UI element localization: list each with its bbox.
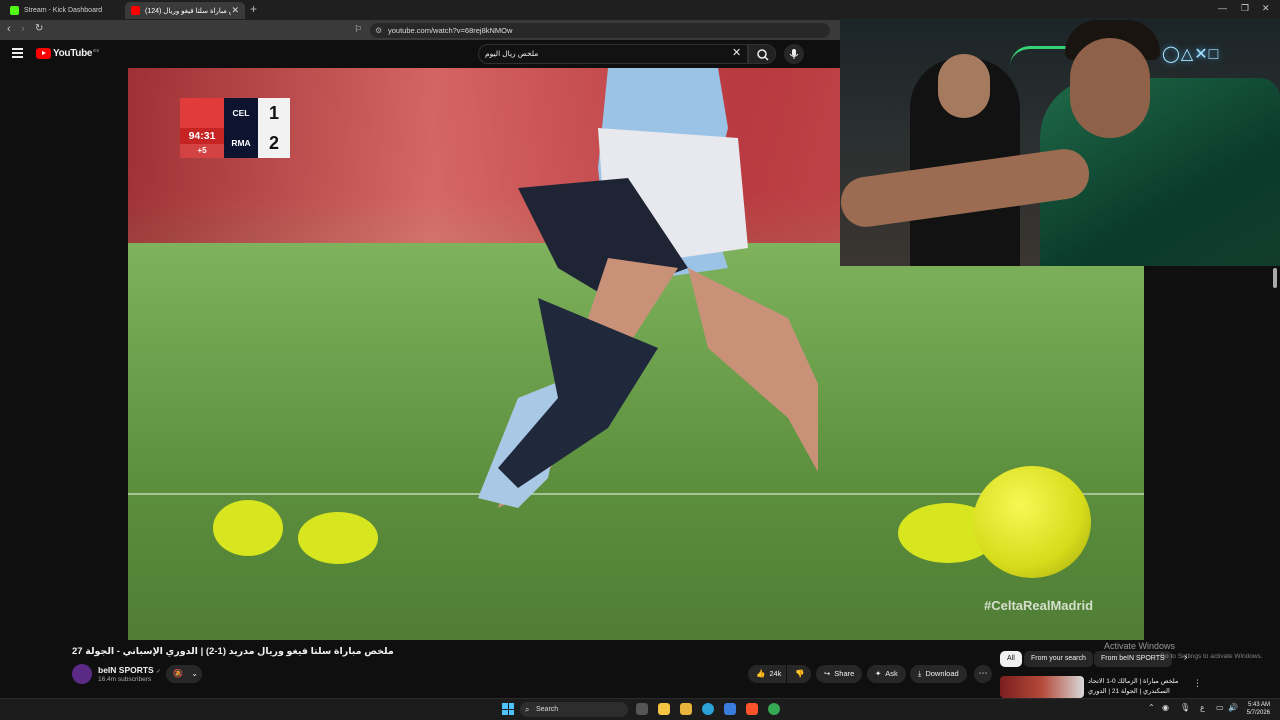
tab-youtube-video[interactable]: (124) ملخص مباراة سلتا فيغو وريال ✕: [125, 2, 245, 19]
chrome-icon[interactable]: [768, 703, 780, 715]
webcam-overlay: ◯△✕□: [840, 18, 1280, 266]
voice-search-button[interactable]: [784, 44, 804, 64]
chip-all[interactable]: All: [1000, 651, 1022, 667]
activate-windows-subtitle: Go to Settings to activate Windows.: [1160, 653, 1263, 660]
tab-title: (124) ملخص مباراة سلتا فيغو وريال: [145, 7, 231, 15]
youtube-favicon-icon: [131, 6, 140, 15]
taskbar-search-label: Search: [536, 706, 559, 713]
close-window-button[interactable]: ✕: [1262, 3, 1270, 14]
channel-name[interactable]: beIN SPORTS ✓: [98, 665, 161, 675]
clear-search-icon[interactable]: ✕: [732, 46, 741, 59]
taskbar-clock[interactable]: 5:43 AM 5/7/2026: [1238, 701, 1270, 717]
url-text: youtube.com/watch?v=68rej8kNMOw: [388, 26, 513, 35]
new-tab-button[interactable]: +: [250, 2, 257, 16]
more-actions-button[interactable]: ⋯: [974, 665, 992, 683]
team-away-abbr: RMA: [224, 128, 258, 158]
channel-name-text: beIN SPORTS: [98, 665, 154, 675]
task-view-icon[interactable]: [636, 703, 648, 715]
chevron-down-icon: ⌄: [191, 669, 198, 678]
channel-avatar[interactable]: [72, 664, 92, 684]
bookmark-icon[interactable]: ⚐: [354, 24, 362, 35]
recommendation-menu-icon[interactable]: ⋮: [1193, 678, 1202, 689]
tab-kick-dashboard[interactable]: Stream - Kick Dashboard: [4, 2, 122, 19]
playstation-sign-icon: ◯△✕□: [1162, 46, 1220, 63]
taskbar-search-box[interactable]: ⌕ Search: [520, 702, 628, 717]
back-arrow-icon[interactable]: ‹: [7, 23, 11, 35]
store-icon[interactable]: [724, 703, 736, 715]
tray-mic-icon[interactable]: 🎙: [1180, 703, 1190, 712]
volume-icon[interactable]: 🔊: [1228, 703, 1238, 712]
search-icon: ⌕: [525, 705, 530, 714]
youtube-logo[interactable]: YouTube ES: [36, 48, 99, 59]
tray-app-icon[interactable]: ◉: [1162, 703, 1169, 712]
clock-date: 5/7/2026: [1246, 710, 1270, 716]
youtube-header: YouTube ES ملخص ريال اليوم: [0, 40, 840, 68]
browser-tab-bar: Stream - Kick Dashboard (124) ملخص مبارا…: [0, 0, 1280, 20]
team-home-abbr: CEL: [224, 98, 258, 128]
address-bar-row: ‹ › ↻ ⚐ ⚙ youtube.com/watch?v=68rej8kNMO…: [0, 20, 840, 40]
verified-badge-icon: ✓: [156, 669, 162, 675]
share-label: Share: [834, 669, 855, 678]
chip-from-your-search[interactable]: From your search: [1024, 651, 1093, 667]
added-time: +5: [180, 144, 224, 158]
edge-icon[interactable]: [702, 703, 714, 715]
match-clock: 94:31: [180, 128, 224, 144]
hamburger-menu-icon[interactable]: [12, 48, 23, 58]
site-info-icon[interactable]: ⚙: [375, 23, 382, 38]
sparkle-icon: ✦: [875, 669, 882, 678]
video-hashtag: #CeltaRealMadrid: [984, 598, 1094, 613]
page-scrollbar[interactable]: [1273, 268, 1277, 288]
forward-arrow-icon[interactable]: ›: [21, 23, 25, 35]
kick-favicon-icon: [10, 6, 19, 15]
search-button[interactable]: [748, 44, 776, 64]
youtube-play-icon: [36, 48, 51, 59]
streamer-left-face: [938, 54, 990, 118]
reload-icon[interactable]: ↻: [35, 23, 43, 34]
microphone-icon: [789, 49, 799, 59]
region-code: ES: [93, 48, 100, 53]
ask-button[interactable]: ✦ Ask: [867, 665, 906, 683]
ask-label: Ask: [885, 669, 898, 678]
tab-close-icon[interactable]: ✕: [231, 5, 239, 16]
url-field[interactable]: ⚙ youtube.com/watch?v=68rej8kNMOw: [370, 23, 830, 38]
language-indicator-icon[interactable]: ع: [1200, 703, 1205, 712]
clock-time: 5:43 AM: [1247, 702, 1270, 708]
share-button[interactable]: ↪ Share: [816, 665, 863, 683]
like-button[interactable]: 👍 24k: [748, 665, 786, 683]
thumbs-down-icon: 👎: [795, 669, 805, 678]
activate-windows-title: Activate Windows: [1104, 641, 1176, 651]
maximize-button[interactable]: ❐: [1241, 3, 1249, 14]
network-icon[interactable]: ▭: [1216, 703, 1224, 712]
search-icon: [757, 49, 769, 61]
match-scoreboard: 94:31 +5 CEL 1 RMA 2: [180, 98, 290, 158]
boots: [213, 500, 378, 564]
like-count: 24k: [769, 669, 782, 678]
download-icon: ⤓: [918, 669, 922, 678]
search-input[interactable]: ملخص ريال اليوم: [478, 44, 748, 64]
video-title: ملخص مباراة سلتا فيغو وريال مدريد (1-2) …: [72, 646, 394, 657]
share-icon: ↪: [824, 669, 831, 678]
subscriber-count: 16.4m subscribers: [98, 676, 152, 683]
team-away-score: 2: [258, 128, 290, 158]
file-explorer-icon[interactable]: [658, 703, 670, 715]
recommendation-thumbnail[interactable]: [1000, 676, 1084, 698]
windows-taskbar: ⌕ Search ⌃ ◉ 🎙 ع ▭ 🔊 5:43 AM 5/7/2026: [0, 698, 1280, 720]
player-figure: [478, 68, 818, 508]
dislike-button[interactable]: 👎: [787, 665, 811, 683]
download-button[interactable]: ⤓ Download: [910, 665, 967, 683]
folder-icon[interactable]: [680, 703, 692, 715]
streamer-right-face: [1070, 38, 1150, 138]
brave-icon[interactable]: [746, 703, 758, 715]
youtube-wordmark: YouTube: [53, 48, 93, 59]
tray-chevron-icon[interactable]: ⌃: [1148, 703, 1155, 712]
notifications-bell-button[interactable]: 🔕 ⌄: [166, 665, 202, 683]
download-label: Download: [925, 669, 959, 678]
windows-start-icon[interactable]: [502, 703, 514, 715]
team-home-score: 1: [258, 98, 290, 128]
football: [973, 466, 1091, 578]
minimize-button[interactable]: —: [1218, 3, 1227, 13]
tab-title: Stream - Kick Dashboard: [24, 7, 103, 14]
thumbs-up-icon: 👍: [756, 669, 766, 678]
bell-off-icon: 🔕: [173, 669, 183, 678]
